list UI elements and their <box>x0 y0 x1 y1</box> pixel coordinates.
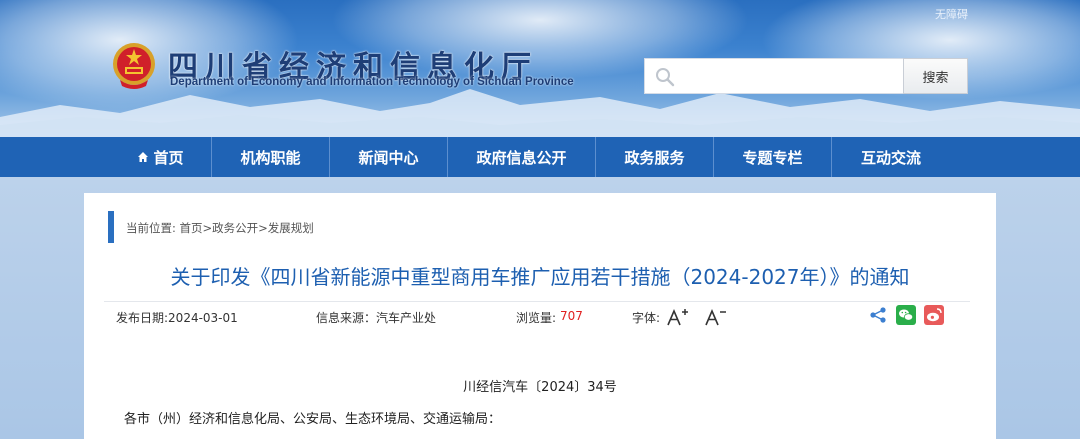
nav-item-label: 机构职能 <box>240 148 301 167</box>
nav-item-news[interactable]: 新闻中心 <box>330 137 448 177</box>
search-icon <box>656 68 675 87</box>
accessibility-link[interactable]: 无障碍 <box>935 6 968 22</box>
nav-item-topics[interactable]: 专题专栏 <box>714 137 832 177</box>
font-size-label: 字体: <box>632 311 661 325</box>
font-smaller-icon[interactable] <box>704 307 726 327</box>
views-count: 707 <box>560 309 583 323</box>
publish-date: 发布日期:2024-03-01 <box>116 311 238 325</box>
nav-item-organization[interactable]: 机构职能 <box>212 137 330 177</box>
nav-item-label: 政务服务 <box>624 148 685 167</box>
nav-item-gov-info[interactable]: 政府信息公开 <box>448 137 596 177</box>
breadcrumb-accent-bar <box>108 211 114 243</box>
info-source: 信息来源：汽车产业处 <box>316 311 437 325</box>
article-card: 当前位置: 首页>政务公开>发展规划 关于印发《四川省新能源中重型商用车推广应用… <box>84 193 996 439</box>
font-larger-icon[interactable] <box>666 307 688 327</box>
document-number: 川经信汽车〔2024〕34号 <box>463 380 617 395</box>
site-header: 无障碍 四川省经济和信息化厅 Department of Economy and… <box>0 0 1080 137</box>
wechat-icon[interactable] <box>896 305 916 325</box>
national-emblem-icon <box>113 43 155 89</box>
nav-item-label: 新闻中心 <box>358 148 419 167</box>
nav-item-gov-service[interactable]: 政务服务 <box>596 137 714 177</box>
article-meta-bar: 发布日期:2024-03-01 信息来源：汽车产业处 浏览量: 707 字体: <box>104 301 970 329</box>
search-input[interactable] <box>681 59 901 93</box>
views-label: 浏览量: <box>516 311 557 325</box>
nav-item-label: 首页 <box>153 148 184 167</box>
article-title: 关于印发《四川省新能源中重型商用车推广应用若干措施（2024-2027年）》的通… <box>170 265 910 289</box>
share-icon[interactable] <box>868 305 888 325</box>
main-nav: 首页 机构职能 新闻中心 政府信息公开 政务服务 专题专栏 互动交流 <box>0 137 1080 177</box>
nav-item-label: 专题专栏 <box>742 148 803 167</box>
home-icon <box>138 152 149 162</box>
breadcrumb[interactable]: 当前位置: 首页>政务公开>发展规划 <box>126 220 314 236</box>
nav-item-interaction[interactable]: 互动交流 <box>832 137 950 177</box>
nav-item-home[interactable]: 首页 <box>110 137 212 177</box>
site-name-en: Department of Economy and Information Te… <box>170 76 574 88</box>
weibo-icon[interactable] <box>924 305 944 325</box>
nav-item-label: 互动交流 <box>860 148 921 167</box>
addressee-line: 各市（州）经济和信息化局、公安局、生态环境局、交通运输局： <box>124 412 502 427</box>
search-box <box>644 58 904 94</box>
nav-item-label: 政府信息公开 <box>476 148 567 167</box>
search-button[interactable]: 搜索 <box>903 58 968 94</box>
